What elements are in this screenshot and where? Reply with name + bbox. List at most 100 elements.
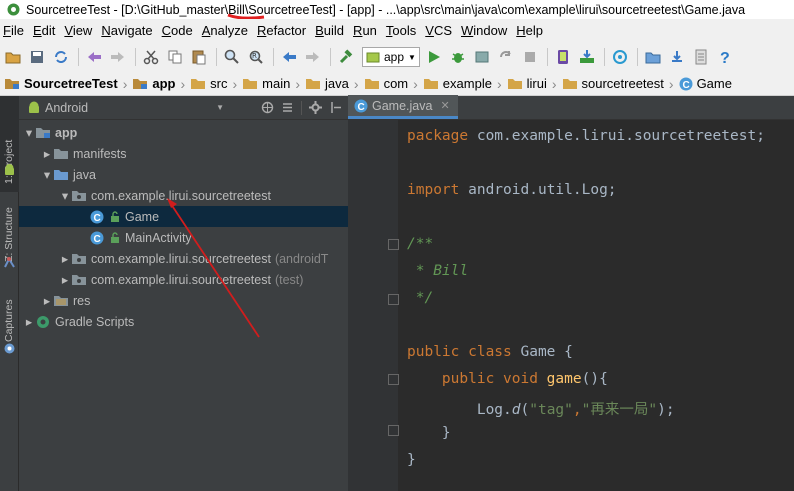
breadcrumb-separator-icon: › xyxy=(122,75,128,92)
breadcrumb-separator-icon: › xyxy=(413,75,418,92)
captures-icon xyxy=(4,343,15,354)
breadcrumb-item[interactable]: com › xyxy=(364,76,423,92)
tasks-icon[interactable] xyxy=(690,46,712,68)
sync-gradle-icon[interactable] xyxy=(666,46,688,68)
code-line: */ xyxy=(407,290,434,306)
svg-text:?: ? xyxy=(720,50,730,65)
svg-text:C: C xyxy=(682,80,689,91)
code-line: import android.util.Log; xyxy=(407,182,617,198)
menu-item-build[interactable]: Build xyxy=(312,23,350,38)
toolbar-separator xyxy=(216,48,217,66)
apply-changes-icon[interactable] xyxy=(495,46,517,68)
captures-tab-label: Captures xyxy=(3,299,15,342)
editor-tabbar: C Game.java ✕ xyxy=(348,95,794,120)
breadcrumb-item[interactable]: app › xyxy=(132,76,190,92)
red-underline-mark xyxy=(227,13,265,19)
breadcrumb-separator-icon: › xyxy=(668,75,674,92)
code-line: * Bill xyxy=(407,263,469,279)
folder-icon xyxy=(562,77,578,90)
menu-item-help[interactable]: Help xyxy=(513,23,549,38)
run-config-select[interactable]: app ▼ xyxy=(362,47,420,67)
toolbar-separator xyxy=(135,48,136,66)
breadcrumb-item[interactable]: sourcetreetest › xyxy=(562,76,679,92)
fold-marker-icon[interactable] xyxy=(388,239,399,250)
menu-item-code[interactable]: Code xyxy=(159,23,199,38)
forward-icon[interactable] xyxy=(302,46,324,68)
fold-marker-icon[interactable] xyxy=(388,294,399,305)
project-panel: Android ▼ ▾ app ▸ manifests ▾ java ▾ com… xyxy=(19,96,348,491)
close-icon[interactable]: ✕ xyxy=(440,99,449,112)
run-icon[interactable] xyxy=(423,46,445,68)
menu-item-file[interactable]: File xyxy=(0,23,30,38)
breadcrumb-item[interactable]: src › xyxy=(190,76,242,92)
breadcrumb-separator-icon: › xyxy=(232,75,238,92)
avd-manager-icon[interactable] xyxy=(552,46,574,68)
code-editor[interactable]: package com.example.lirui.sourcetreetest… xyxy=(407,120,794,491)
replace-icon[interactable]: R xyxy=(245,46,267,68)
main-toolbar: R app ▼ ? xyxy=(0,42,794,72)
open-folder-icon[interactable] xyxy=(2,46,24,68)
tool-window-stripe: 1: Project Z: Structure Captures xyxy=(0,96,19,491)
project-tab-label: 1: Project xyxy=(3,139,15,184)
copy-icon[interactable] xyxy=(164,46,186,68)
project-tool-tab[interactable]: 1: Project xyxy=(0,96,19,192)
breadcrumb-item[interactable]: lirui › xyxy=(507,76,562,92)
breadcrumb-label: com xyxy=(383,76,409,91)
cut-icon[interactable] xyxy=(140,46,162,68)
toolbar-separator xyxy=(636,48,638,66)
tab-game-java[interactable]: C Game.java ✕ xyxy=(348,95,458,119)
code-line: public void game(){ xyxy=(407,371,608,387)
code-line: /** xyxy=(407,236,434,252)
android-device-monitor-icon[interactable] xyxy=(609,46,631,68)
breadcrumb-label: Game xyxy=(696,76,732,91)
help-icon[interactable]: ? xyxy=(714,46,736,68)
save-icon[interactable] xyxy=(26,46,48,68)
project-structure-icon[interactable] xyxy=(642,46,664,68)
breadcrumb-item[interactable]: C Game xyxy=(679,76,732,91)
stop-icon[interactable] xyxy=(519,46,541,68)
module-folder-icon xyxy=(4,77,20,90)
breadcrumb-label: src xyxy=(210,76,228,91)
menu-item-tools[interactable]: Tools xyxy=(383,23,422,38)
menu-item-edit[interactable]: Edit xyxy=(30,23,61,38)
fold-marker-icon[interactable] xyxy=(388,425,399,436)
run-config-label: app xyxy=(384,50,405,64)
breadcrumb-label: app xyxy=(152,76,176,91)
breadcrumb-separator-icon: › xyxy=(295,75,301,92)
profile-icon[interactable] xyxy=(471,46,493,68)
build-hammer-icon[interactable] xyxy=(335,46,357,68)
class-icon: C xyxy=(679,77,693,91)
menu-item-run[interactable]: Run xyxy=(350,23,383,38)
menu-item-view[interactable]: View xyxy=(61,23,98,38)
svg-text:R: R xyxy=(252,52,257,60)
breadcrumb-item[interactable]: example › xyxy=(423,76,507,92)
breadcrumb-item[interactable]: java › xyxy=(305,76,364,92)
menu-item-analyze[interactable]: Analyze xyxy=(199,23,254,38)
breadcrumb-separator-icon: › xyxy=(353,75,359,92)
breadcrumb-label: main xyxy=(262,76,291,91)
find-icon[interactable] xyxy=(221,46,243,68)
debug-icon[interactable] xyxy=(447,46,469,68)
redo-icon[interactable] xyxy=(107,46,129,68)
folder-icon xyxy=(242,77,258,90)
breadcrumb-separator-icon: › xyxy=(180,75,186,92)
breadcrumb-item[interactable]: main › xyxy=(242,76,305,92)
editor-area: C Game.java ✕ package com.example.lirui.… xyxy=(348,95,794,491)
breadcrumb-label: lirui xyxy=(526,76,547,91)
sdk-manager-icon[interactable] xyxy=(576,46,598,68)
fold-marker-icon[interactable] xyxy=(388,374,399,385)
code-line: Log.d("tag","再来一局"); xyxy=(407,402,675,418)
menu-item-refactor[interactable]: Refactor xyxy=(254,23,312,38)
undo-icon[interactable] xyxy=(83,46,105,68)
menu-item-window[interactable]: Window xyxy=(458,23,513,38)
paste-icon[interactable] xyxy=(188,46,210,68)
menu-item-vcs[interactable]: VCS xyxy=(422,23,458,38)
menu-item-navigate[interactable]: Navigate xyxy=(98,23,158,38)
breadcrumb-item[interactable]: SourcetreeTest › xyxy=(4,76,132,92)
toolbar-separator xyxy=(330,48,331,66)
folder-icon xyxy=(507,77,523,90)
back-icon[interactable] xyxy=(278,46,300,68)
sync-icon[interactable] xyxy=(50,46,72,68)
structure-tab-label: Z: Structure xyxy=(3,207,15,262)
folder-icon xyxy=(190,77,206,90)
